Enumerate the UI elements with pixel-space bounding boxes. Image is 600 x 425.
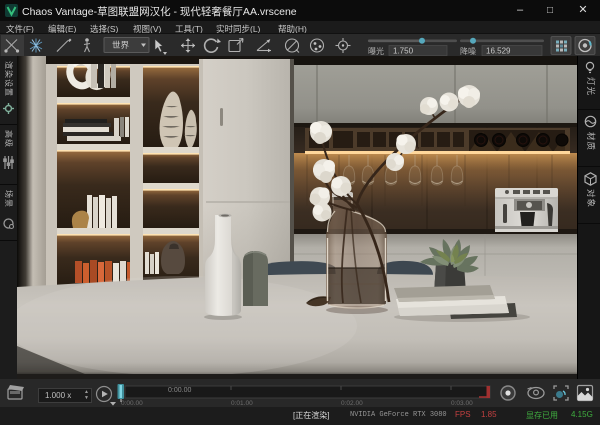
svg-text:1.750: 1.750 xyxy=(393,47,414,56)
svg-text:世界: 世界 xyxy=(112,40,130,50)
svg-text:曝光: 曝光 xyxy=(368,46,384,56)
svg-text:降噪: 降噪 xyxy=(460,46,476,56)
svg-text:16.529: 16.529 xyxy=(486,47,511,56)
